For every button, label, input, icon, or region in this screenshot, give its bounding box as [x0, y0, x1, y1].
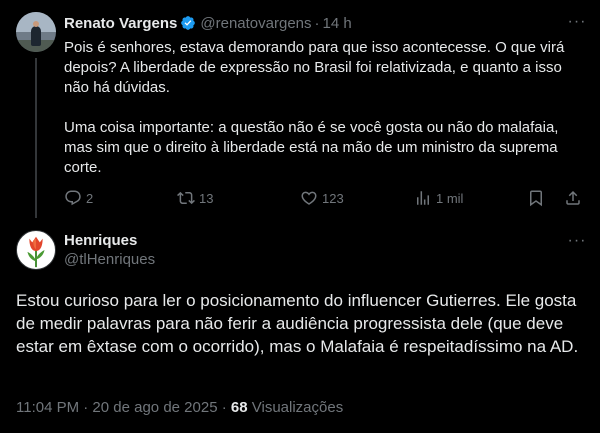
author-handle[interactable]: @renatovargens: [200, 15, 311, 32]
tweet-action-bar: 2 13 123 1 mil: [64, 187, 586, 209]
tweet-thread: Renato Vargens @renatovargens · 14 h ···…: [0, 0, 600, 433]
tweet-text-paragraph-2: Uma coisa importante: a questão não é se…: [64, 119, 559, 176]
repost-count: 13: [199, 190, 214, 206]
tulip-icon: [27, 236, 45, 268]
more-options-icon[interactable]: ···: [566, 12, 588, 32]
tweet-timestamp[interactable]: 11:04 PM · 20 de ago de 2025: [16, 399, 218, 416]
bookmark-button[interactable]: [527, 187, 549, 209]
reply-tweet-text: Estou curioso para ler o posicionamento …: [16, 291, 579, 356]
repost-button[interactable]: 13: [177, 187, 213, 209]
views-button[interactable]: 1 mil: [414, 187, 463, 209]
like-count: 123: [322, 190, 344, 206]
reply-author-handle[interactable]: @tlHenriques: [64, 251, 155, 268]
tweet-time[interactable]: 14 h: [323, 15, 352, 32]
like-button[interactable]: 123: [300, 187, 344, 209]
tweet-meta-line: 11:04 PM · 20 de ago de 2025 · 68 Visual…: [16, 399, 343, 416]
meta-separator: ·: [221, 399, 227, 416]
avatar-henriques[interactable]: [16, 230, 56, 270]
reply-views-label: Visualizações: [251, 399, 344, 416]
retweet-icon: [177, 191, 195, 205]
reply-views-count: 68: [230, 399, 248, 416]
reply-button[interactable]: 2: [64, 187, 93, 209]
reply-bubble-icon: [65, 190, 81, 206]
verified-badge-icon: [181, 16, 196, 30]
bookmark-icon: [530, 190, 542, 207]
separator-dot: ·: [314, 14, 320, 32]
parent-tweet-header: Renato Vargens @renatovargens · 14 h: [64, 13, 352, 33]
views-count: 1 mil: [436, 190, 464, 206]
author-name[interactable]: Renato Vargens: [64, 15, 177, 32]
thread-connector-line: [35, 58, 37, 218]
tweet-text-paragraph-1: Pois é senhores, estava demorando para q…: [64, 39, 565, 96]
parent-tweet[interactable]: Renato Vargens @renatovargens · 14 h ···…: [0, 0, 600, 218]
share-upload-icon: [566, 190, 580, 205]
views-bars-icon: [417, 191, 429, 205]
reply-more-options-icon[interactable]: ···: [566, 231, 588, 251]
avatar-renato-vargens[interactable]: [16, 12, 56, 52]
reply-count: 2: [86, 190, 94, 206]
reply-author-name[interactable]: Henriques: [64, 232, 137, 249]
heart-icon: [301, 191, 317, 205]
share-button[interactable]: [564, 187, 586, 209]
